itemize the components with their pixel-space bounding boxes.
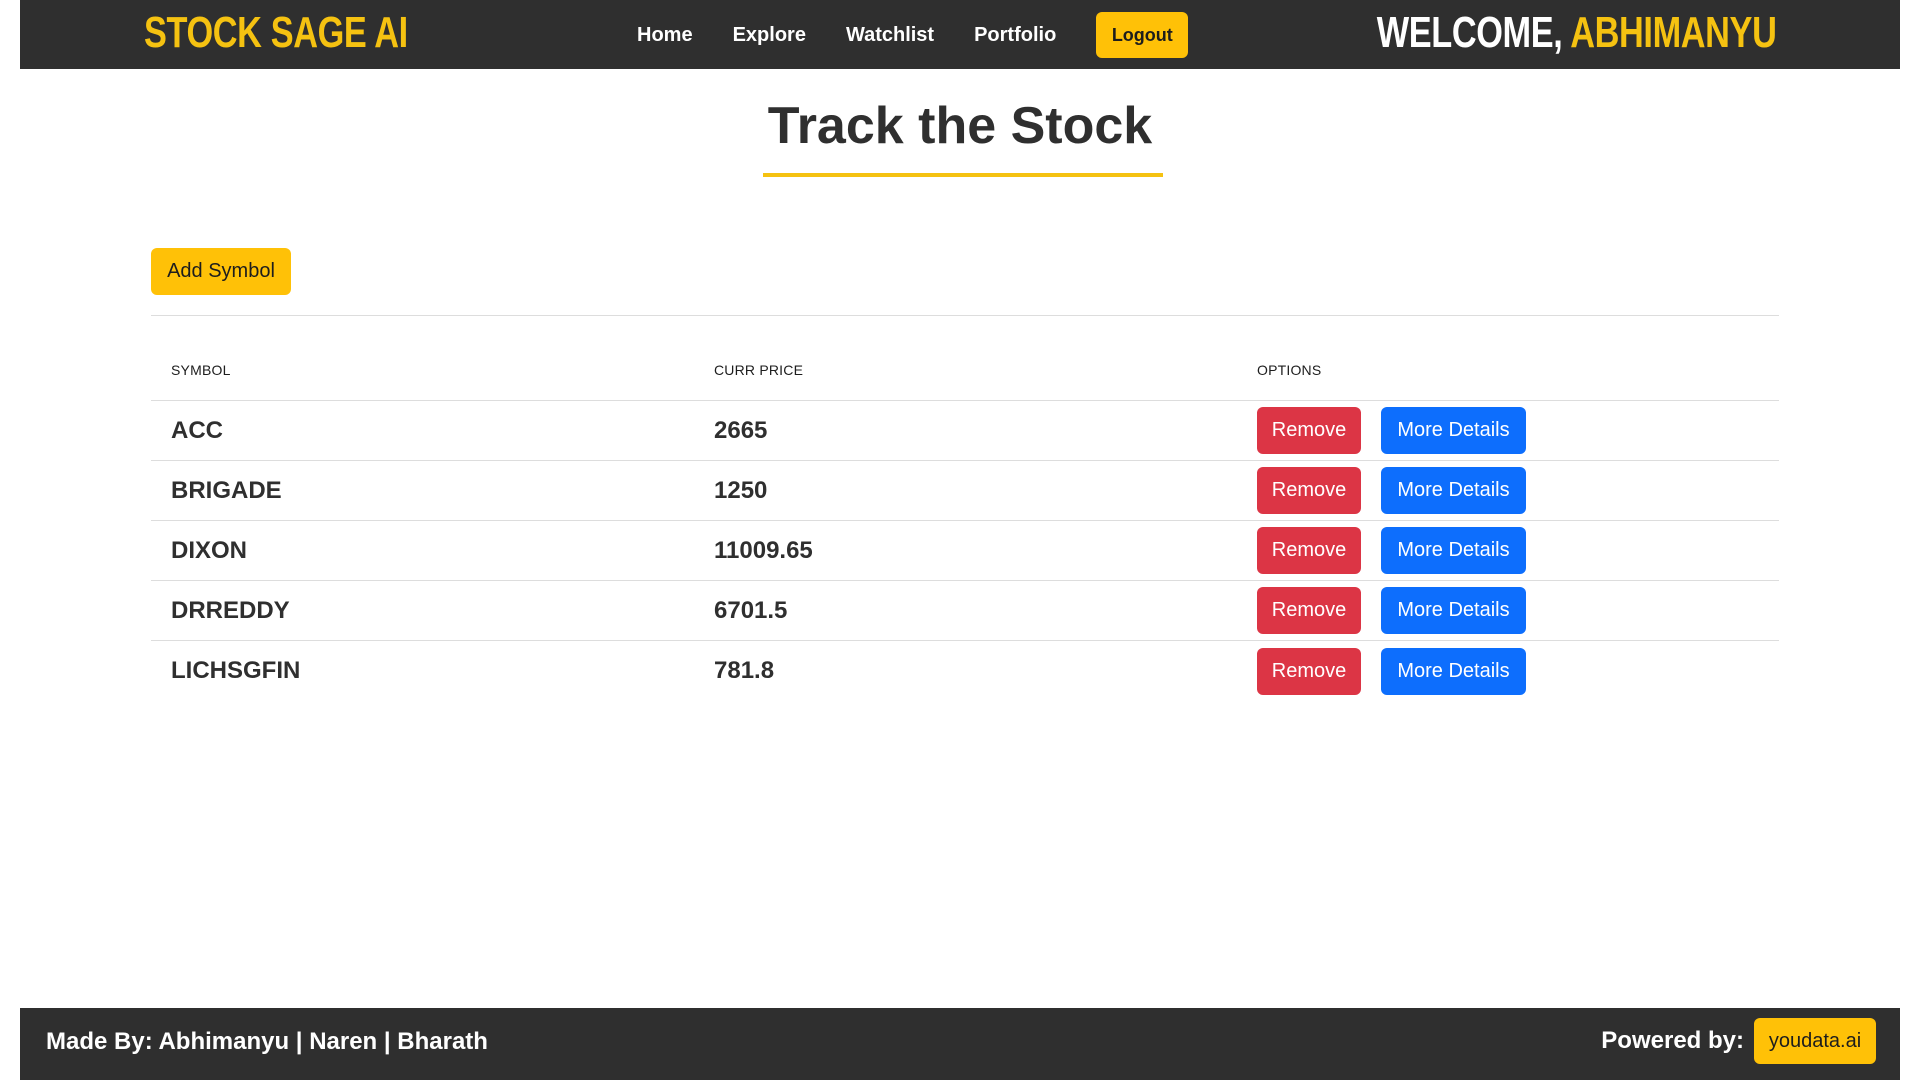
row-options: Remove More Details <box>1237 467 1779 514</box>
table-row: LICHSGFIN 781.8 Remove More Details <box>151 641 1779 701</box>
row-options: Remove More Details <box>1237 407 1779 454</box>
table-header: SYMBOL CURR PRICE OPTIONS <box>151 340 1779 401</box>
footer-credits: Made By: Abhimanyu | Naren | Bharath <box>46 1028 488 1055</box>
row-symbol: BRIGADE <box>171 476 282 504</box>
nav-link-watchlist[interactable]: Watchlist <box>846 14 934 56</box>
header-curr-price: CURR PRICE <box>714 362 804 378</box>
title-underline <box>763 173 1163 177</box>
more-details-button[interactable]: More Details <box>1381 467 1526 514</box>
remove-button[interactable]: Remove <box>1257 527 1361 574</box>
header-symbol: SYMBOL <box>171 362 231 378</box>
table-row: ACC 2665 Remove More Details <box>151 401 1779 461</box>
page-title: Track the Stock <box>767 97 1153 155</box>
nav-link-home[interactable]: Home <box>637 14 693 56</box>
row-price: 6701.5 <box>714 596 788 624</box>
watchlist-table: SYMBOL CURR PRICE OPTIONS ACC 2665 Remov… <box>151 340 1779 701</box>
add-symbol-button[interactable]: Add Symbol <box>151 248 291 295</box>
table-row: DRREDDY 6701.5 Remove More Details <box>151 581 1779 641</box>
more-details-button[interactable]: More Details <box>1381 647 1526 695</box>
more-details-button[interactable]: More Details <box>1381 527 1526 574</box>
powered-by-badge[interactable]: youdata.ai <box>1754 1018 1876 1064</box>
table-row: DIXON 11009.65 Remove More Details <box>151 521 1779 581</box>
page-title-container: Track the Stock <box>0 96 1920 156</box>
more-details-button[interactable]: More Details <box>1381 407 1526 454</box>
nav-link-portfolio[interactable]: Portfolio <box>974 14 1056 56</box>
welcome-prefix: WELCOME, <box>1376 8 1562 57</box>
table-row: BRIGADE 1250 Remove More Details <box>151 461 1779 521</box>
more-details-button[interactable]: More Details <box>1381 587 1526 634</box>
navbar: STOCK SAGE AI Home Explore Watchlist Por… <box>20 0 1900 69</box>
welcome-message: WELCOME, ABHIMANYU <box>1376 8 1776 58</box>
remove-button[interactable]: Remove <box>1257 467 1361 514</box>
brand-logo[interactable]: STOCK SAGE AI <box>144 8 408 58</box>
footer-powered-by: Powered by: youdata.ai <box>1601 1018 1876 1064</box>
section-divider <box>151 315 1779 316</box>
welcome-username: ABHIMANYU <box>1569 8 1777 57</box>
nav-links: Home Explore Watchlist Portfolio Logout <box>637 12 1189 58</box>
row-symbol: ACC <box>171 416 223 444</box>
row-price: 1250 <box>714 476 768 504</box>
row-price: 11009.65 <box>714 536 813 564</box>
row-options: Remove More Details <box>1237 587 1779 634</box>
remove-button[interactable]: Remove <box>1257 407 1361 454</box>
row-price: 781.8 <box>714 657 775 684</box>
row-symbol: DIXON <box>171 536 248 564</box>
row-options: Remove More Details <box>1237 647 1779 695</box>
header-options: OPTIONS <box>1257 362 1322 378</box>
row-symbol: DRREDDY <box>171 596 290 624</box>
logout-button[interactable]: Logout <box>1096 12 1189 58</box>
powered-by-label: Powered by: <box>1601 1027 1744 1054</box>
nav-link-explore[interactable]: Explore <box>733 14 806 56</box>
remove-button[interactable]: Remove <box>1257 647 1361 695</box>
row-options: Remove More Details <box>1237 527 1779 574</box>
footer: Made By: Abhimanyu | Naren | Bharath Pow… <box>20 1008 1900 1080</box>
row-price: 2665 <box>714 416 768 444</box>
row-symbol: LICHSGFIN <box>171 657 301 684</box>
remove-button[interactable]: Remove <box>1257 587 1361 634</box>
